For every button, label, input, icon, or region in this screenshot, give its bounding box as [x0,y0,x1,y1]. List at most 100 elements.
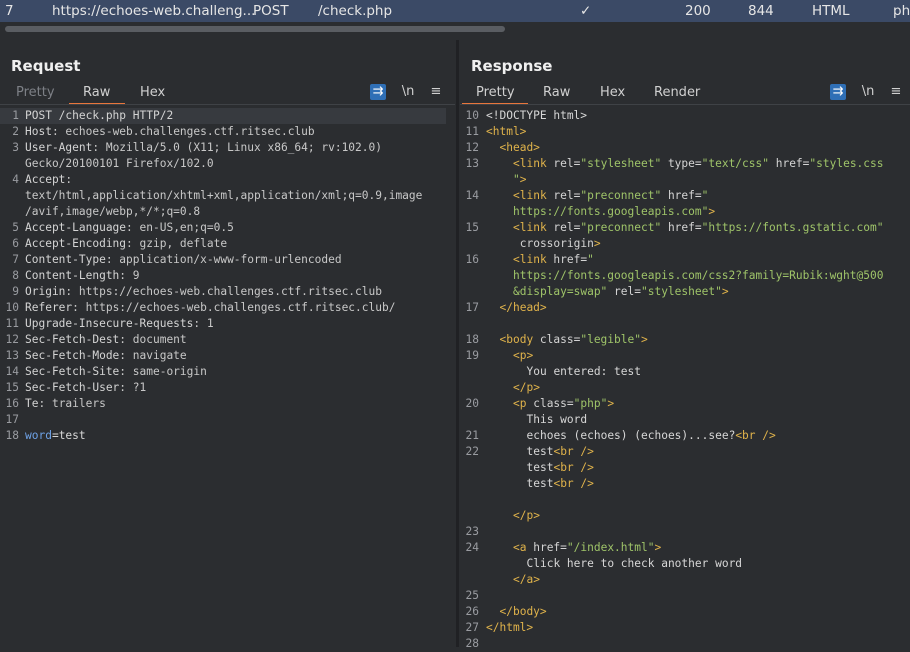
code-token-tag: <link [513,221,554,234]
code-token-tag: > [593,237,601,250]
menu-icon[interactable]: ≡ [428,84,444,100]
response-tab-raw[interactable]: Raw [543,85,570,100]
request-line: 1 POST /check.php HTTP/2 [0,108,446,124]
code-token-str: &display=swap" [513,285,608,298]
header-value: text/html,application/xhtml+xml,applicat… [25,189,423,202]
code-token-tag: <br /> [553,445,594,458]
code-token-str: "stylesheet" [640,285,722,298]
request-line: text/html,application/xhtml+xml,applicat… [0,188,446,204]
line-number: 25 [465,589,479,602]
code-token-tag: </head> [499,301,547,314]
code-token-att: class= [539,333,581,346]
code-token-txt: Click here to check another word [526,557,743,570]
header-value: : 9 [119,269,140,282]
row-method: POST [253,3,289,19]
code-token-att: class= [533,397,574,410]
line-number: 15 [465,221,479,234]
code-token-tag: > [640,333,648,346]
menu-icon[interactable]: ≡ [888,84,904,100]
code-token-tag: </p> [513,381,540,394]
newline-toggle-icon[interactable]: \n [400,84,416,100]
response-tab-pretty[interactable]: Pretty [476,85,515,100]
request-tab-hex[interactable]: Hex [140,85,165,100]
header-name: Content-Length [25,269,120,282]
header-name: Accept-Language [25,221,127,234]
request-tab-raw[interactable]: Raw [83,85,110,100]
pane-divider[interactable] [456,40,459,647]
line-number: 20 [465,397,479,410]
code-token-tag: > [654,541,662,554]
request-line: 2 Host: echoes-web.challenges.ctf.ritsec.… [0,124,446,140]
newline-toggle-icon[interactable]: \n [860,84,876,100]
header-name: Content-Type [25,253,106,266]
code-token-str: "preconnect" [580,189,662,202]
line-number: 10 [5,301,19,314]
line-number: 17 [465,301,479,314]
code-token-att: rel= [553,221,581,234]
line-number: 24 [465,541,479,554]
request-title: Request [11,57,81,75]
tab-separator [460,104,910,105]
line-number: 4 [12,173,19,186]
request-line: Gecko/20100101 Firefox/102.0 [0,156,446,172]
line-number: 14 [5,365,19,378]
line-number: 8 [12,269,19,282]
line-number: 1 [12,109,19,122]
code-token-str: "stylesheet" [580,157,662,170]
code-token-att: href= [533,541,567,554]
code-token-att: rel= [553,189,581,202]
code-token-str: " [513,173,520,186]
request-line: 10 Referer: https://echoes-web.challenges… [0,300,446,316]
header-value: =test [51,429,86,442]
code-token-tag: <head> [499,141,540,154]
request-line: 8 Content-Length: 9 [0,268,446,284]
code-token-tag: <p> [513,349,534,362]
code-token-att: href= [661,189,702,202]
line-number: 18 [5,429,19,442]
code-token-str: "styles.css [809,157,884,170]
word-wrap-icon[interactable]: ⇉ [370,84,386,100]
response-tab-render[interactable]: Render [654,85,700,100]
line-number: 11 [5,317,19,330]
header-value: : navigate [119,349,187,362]
header-value: : Mozilla/5.0 (X11; Linux x86_64; rv:102… [92,141,382,154]
code-token-str: "preconnect" [580,221,662,234]
header-name: word [25,429,52,442]
row-check-icon: ✓ [580,3,592,19]
header-name: Host [25,125,52,138]
request-line: 13 Sec-Fetch-Mode: navigate [0,348,446,364]
request-line: /avif,image/webp,*/*;q=0.8 [0,204,446,220]
code-token-str: "/index.html" [566,541,655,554]
line-number: 27 [465,621,479,634]
code-token-att: rel= [607,285,641,298]
header-name: Te [25,397,39,410]
line-number: 13 [5,349,19,362]
header-value: : same-origin [119,365,207,378]
code-token-tag: <link [513,189,554,202]
header-value: : https://echoes-web.challenges.ctf.rits… [72,301,396,314]
response-tab-hex[interactable]: Hex [600,85,625,100]
header-name: Sec-Fetch-Dest [25,333,120,346]
code-token-tag: </a> [513,573,540,586]
code-token-txt: test [526,477,554,490]
request-tab-pretty[interactable]: Pretty [16,85,55,100]
request-line: 16 Te: trailers [0,396,446,412]
header-value: : echoes-web.challenges.ctf.ritsec.club [51,125,315,138]
header-name: Origin [25,285,66,298]
history-row-selected[interactable]: 7 https://echoes-web.challeng... POST /c… [0,0,910,22]
code-token-str: "https://fonts.gstatic.com" [701,221,884,234]
horizontal-scrollbar[interactable] [0,22,910,36]
scrollbar-thumb[interactable] [5,26,505,32]
word-wrap-icon[interactable]: ⇉ [830,84,846,100]
code-token-att: href= [661,221,702,234]
code-token-str: "legible" [580,333,641,346]
code-token-tag: </p> [513,509,540,522]
code-token-str: https://fonts.googleapis.com/css2?family… [513,269,884,282]
response-pane: Response Pretty Raw Hex Render ⇉ \n ≡ 10… [460,40,910,650]
code-token-str: " [587,253,594,266]
line-number: 17 [5,413,19,426]
header-name: Sec-Fetch-Mode [25,349,120,362]
line-number: 6 [12,237,19,250]
code-token-tag: <br /> [735,429,776,442]
header-value: : [65,173,73,186]
